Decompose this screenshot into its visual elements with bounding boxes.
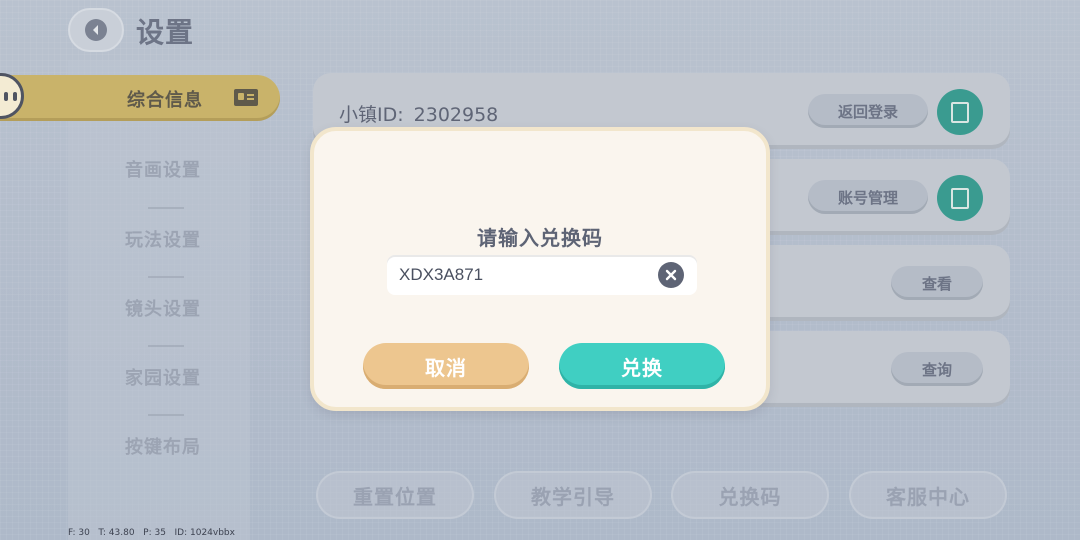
- divider: [148, 414, 184, 416]
- copy-button[interactable]: [937, 89, 983, 135]
- redeem-code-button[interactable]: 兑换码: [671, 471, 829, 519]
- customer-service-button[interactable]: 客服中心: [849, 471, 1007, 519]
- cancel-button[interactable]: 取消: [363, 343, 529, 389]
- debug-stats: F: 30 T: 43.80 P: 35 ID: 1024vbbx: [68, 528, 235, 538]
- sidebar-item-home[interactable]: 家园设置: [68, 364, 258, 390]
- close-icon: [665, 269, 677, 281]
- copy-icon: [946, 183, 969, 209]
- id-card-icon: [234, 89, 258, 106]
- copy-button[interactable]: [937, 175, 983, 221]
- redeem-code-input[interactable]: [387, 255, 697, 295]
- sidebar-item-camera[interactable]: 镜头设置: [68, 295, 258, 321]
- sidebar-item-audio-video[interactable]: 音画设置: [68, 156, 258, 182]
- avatar-eye: [12, 91, 17, 101]
- page-title: 设置: [136, 16, 195, 49]
- sidebar-item-keybinds[interactable]: 按键布局: [68, 433, 258, 459]
- redeem-button[interactable]: 兑换: [559, 343, 725, 389]
- account-manage-button[interactable]: 账号管理: [808, 180, 928, 214]
- tutorial-button[interactable]: 教学引导: [494, 471, 652, 519]
- query-button[interactable]: 查询: [891, 352, 983, 386]
- divider: [148, 345, 184, 347]
- sidebar-item-label: 综合信息: [127, 90, 203, 111]
- sidebar-item-gameplay[interactable]: 玩法设置: [68, 226, 258, 252]
- chevron-left-icon: [85, 19, 107, 41]
- divider: [148, 276, 184, 278]
- view-button[interactable]: 查看: [891, 266, 983, 300]
- divider: [148, 207, 184, 209]
- town-id-label: 小镇ID:: [339, 104, 404, 126]
- return-login-button[interactable]: 返回登录: [808, 94, 928, 128]
- redeem-code-dialog: 请输入兑换码 取消 兑换: [310, 127, 770, 411]
- town-id-value: 2302958: [413, 104, 499, 126]
- dialog-title: 请输入兑换码: [477, 226, 603, 250]
- back-button[interactable]: [68, 8, 124, 52]
- town-id: 小镇ID: 2302958: [339, 100, 498, 127]
- copy-icon: [946, 97, 969, 123]
- avatar-eye: [3, 91, 8, 101]
- clear-input-button[interactable]: [658, 262, 684, 288]
- reset-position-button[interactable]: 重置位置: [316, 471, 474, 519]
